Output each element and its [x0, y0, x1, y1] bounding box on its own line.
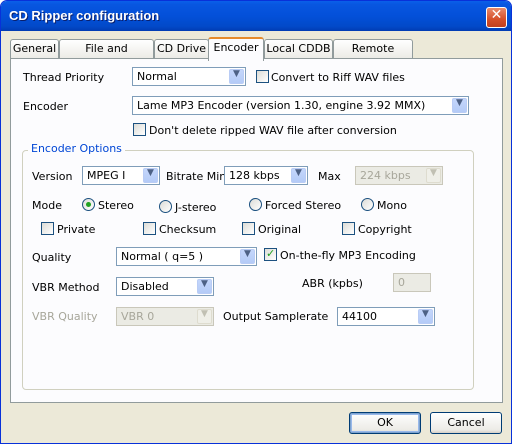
copyright-checkbox[interactable] [342, 222, 355, 235]
output-samplerate-label: Output Samplerate [223, 310, 329, 323]
chevron-down-icon[interactable]: ▼ [418, 309, 433, 324]
tab-remote-cddb[interactable]: Remote CDDB [333, 39, 413, 72]
abr-label: ABR (kpbs) [302, 277, 363, 290]
original-label[interactable]: Original [258, 223, 301, 236]
mode-label: Mode [32, 199, 62, 212]
vbr-method-label: VBR Method [32, 281, 100, 294]
ok-button[interactable]: OK [349, 412, 421, 434]
convert-riff-label[interactable]: Convert to Riff WAV files [271, 71, 405, 84]
chevron-down-icon[interactable]: ▼ [426, 168, 441, 183]
private-label[interactable]: Private [57, 223, 95, 236]
bitrate-min-select[interactable]: 128 kbps ▼ [224, 166, 308, 185]
convert-riff-checkbox[interactable] [256, 70, 269, 83]
tab-cd-drive[interactable]: CD Drive [154, 39, 209, 58]
abr-input[interactable]: 0 [393, 273, 431, 292]
mode-forced-stereo-label[interactable]: Forced Stereo [265, 199, 341, 212]
thread-priority-select[interactable]: Normal ▼ [132, 67, 246, 86]
encoder-label: Encoder [23, 100, 68, 113]
version-select[interactable]: MPEG I ▼ [82, 166, 160, 185]
close-button[interactable]: ✕ [486, 7, 507, 28]
checksum-checkbox[interactable] [143, 222, 156, 235]
mode-jstereo-radio[interactable] [159, 200, 172, 213]
dont-delete-label[interactable]: Don't delete ripped WAV file after conve… [149, 124, 397, 137]
copyright-label[interactable]: Copyright [358, 223, 412, 236]
check-icon: ✓ [266, 247, 276, 260]
close-icon: ✕ [490, 7, 503, 23]
vbr-method-select[interactable]: Disabled ▼ [116, 277, 214, 296]
tab-general[interactable]: General [10, 39, 59, 58]
mode-stereo-radio[interactable] [82, 198, 95, 211]
mode-stereo-label[interactable]: Stereo [98, 199, 134, 212]
bitrate-min-label: Bitrate Min [166, 170, 227, 183]
version-value: MPEG I [87, 169, 126, 182]
output-samplerate-select[interactable]: 44100 ▼ [337, 307, 435, 326]
chevron-down-icon[interactable]: ▼ [291, 168, 306, 183]
vbr-quality-select[interactable]: VBR 0 ▼ [116, 307, 214, 326]
on-the-fly-label[interactable]: On-the-fly MP3 Encoding [280, 249, 416, 262]
chevron-down-icon[interactable]: ▼ [197, 309, 212, 324]
output-samplerate-value: 44100 [342, 310, 377, 323]
chevron-down-icon[interactable]: ▼ [143, 168, 158, 183]
vbr-quality-label: VBR Quality [32, 310, 98, 323]
encoder-select[interactable]: Lame MP3 Encoder (version 1.30, engine 3… [132, 96, 469, 115]
mode-mono-radio[interactable] [361, 198, 374, 211]
quality-select[interactable]: Normal ( q=5 ) ▼ [116, 247, 257, 266]
cancel-button[interactable]: Cancel [430, 412, 502, 434]
bitrate-min-value: 128 kbps [229, 169, 280, 182]
original-checkbox[interactable] [242, 222, 255, 235]
quality-label: Quality [32, 251, 72, 264]
dont-delete-checkbox[interactable] [133, 123, 146, 136]
chevron-down-icon[interactable]: ▼ [229, 69, 244, 84]
private-checkbox[interactable] [41, 222, 54, 235]
dialog-window: CD Ripper configuration ✕ General File a… [0, 0, 512, 444]
chevron-down-icon[interactable]: ▼ [240, 249, 255, 264]
thread-priority-label: Thread Priority [23, 71, 105, 84]
vbr-method-value: Disabled [121, 280, 169, 293]
thread-priority-value: Normal [137, 70, 177, 83]
mode-forced-stereo-radio[interactable] [249, 198, 262, 211]
tab-encoder[interactable]: Encoder [208, 37, 264, 61]
bitrate-max-select[interactable]: 224 kbps ▼ [355, 166, 443, 185]
encoder-options-group [22, 150, 474, 390]
quality-value: Normal ( q=5 ) [121, 250, 204, 263]
on-the-fly-checkbox[interactable]: ✓ [264, 247, 277, 261]
bitrate-max-label: Max [318, 170, 341, 183]
tab-local-cddb[interactable]: Local CDDB [264, 39, 333, 58]
checksum-label[interactable]: Checksum [159, 223, 216, 236]
encoder-value: Lame MP3 Encoder (version 1.30, engine 3… [137, 99, 426, 112]
tab-file-and-directory[interactable]: File and Directory [59, 39, 154, 72]
mode-jstereo-label[interactable]: J-stereo [175, 201, 216, 214]
chevron-down-icon[interactable]: ▼ [452, 98, 467, 113]
bitrate-max-value: 224 kbps [360, 169, 411, 182]
title-bar[interactable]: CD Ripper configuration ✕ [1, 1, 511, 31]
chevron-down-icon[interactable]: ▼ [197, 279, 212, 294]
encoder-options-title: Encoder Options [28, 142, 125, 155]
version-label: Version [32, 170, 73, 183]
window-title: CD Ripper configuration [9, 8, 160, 23]
vbr-quality-value: VBR 0 [121, 310, 155, 323]
mode-mono-label[interactable]: Mono [377, 199, 407, 212]
